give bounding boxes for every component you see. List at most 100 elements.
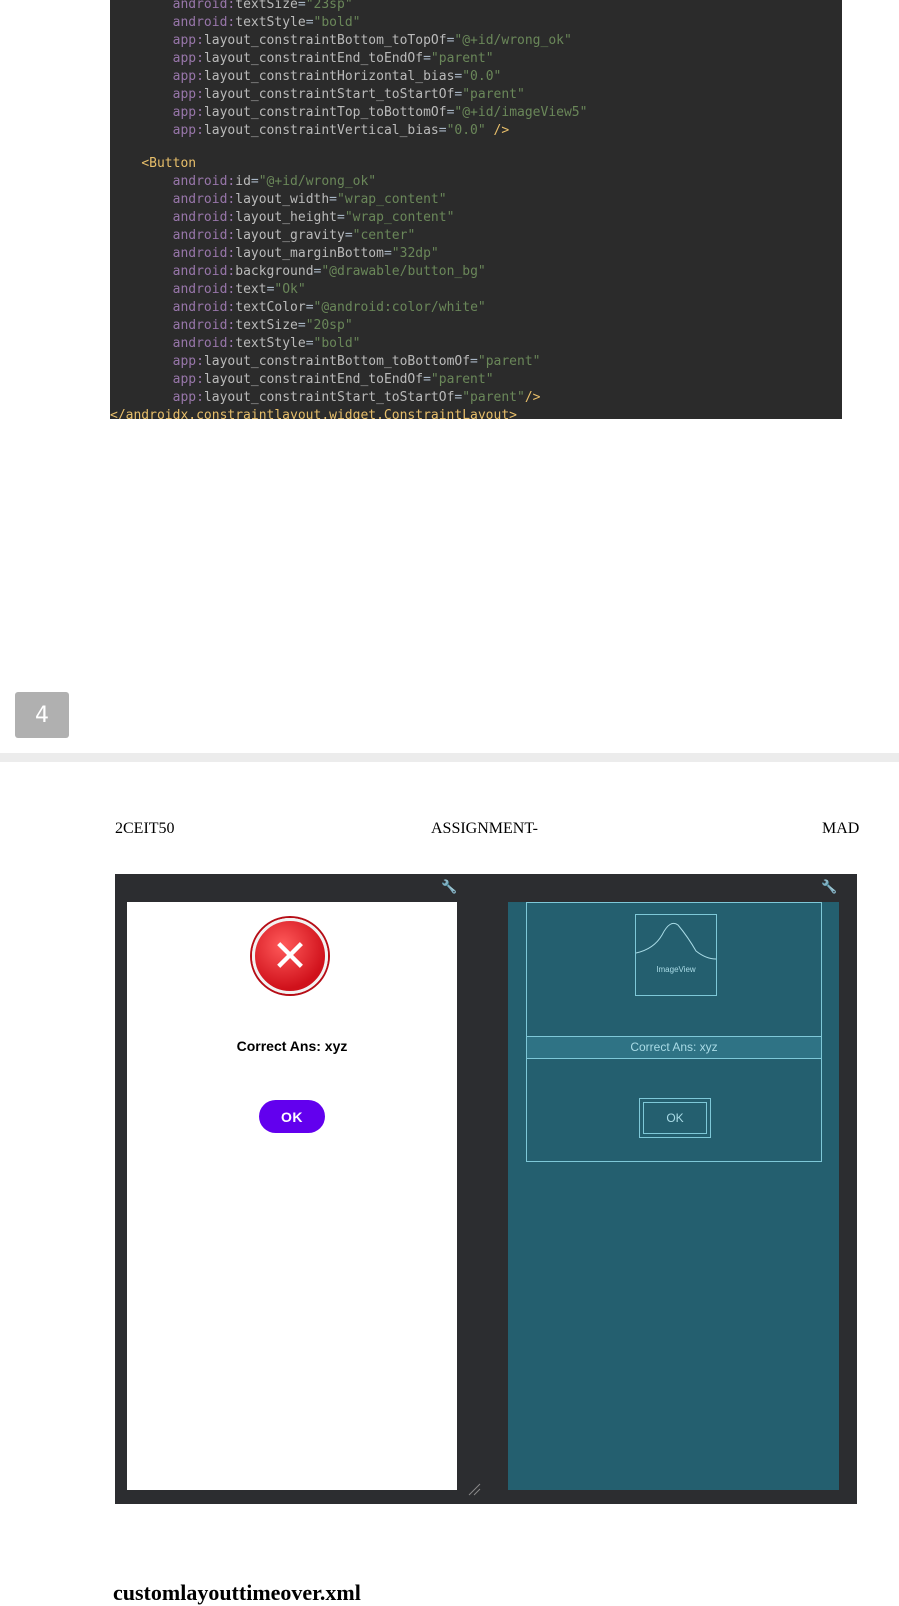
code-namespace: android: (172, 282, 236, 297)
code-line: android:layout_height="wrap_content" (110, 209, 455, 227)
code-value: "@+id/imageView5" (454, 105, 588, 120)
code-namespace: app: (172, 69, 204, 84)
code-attribute: id (235, 174, 251, 189)
code-attribute: textStyle (235, 336, 306, 351)
code-equals: = (297, 0, 306, 12)
code-value: "0.0" (446, 123, 486, 138)
code-attribute: textSize (235, 0, 298, 12)
blueprint-answer-text[interactable]: Correct Ans: xyz (526, 1036, 822, 1059)
code-equals: = (305, 15, 314, 30)
code-line-closing-tag: </androidx.constraintlayout.widget.Const… (110, 407, 517, 419)
code-namespace: android: (172, 318, 236, 333)
blueprint-ok-button[interactable]: OK (639, 1098, 711, 1138)
code-equals: = (305, 336, 314, 351)
code-equals: = (470, 354, 478, 369)
code-value: "20sp" (305, 318, 353, 333)
code-line: android:textStyle="bold" (110, 14, 361, 32)
code-value: "parent" (462, 87, 525, 102)
code-line: app:layout_constraintHorizontal_bias="0.… (110, 68, 502, 86)
code-value: "@+id/wrong_ok" (454, 33, 572, 48)
code-line: app:layout_constraintEnd_toEndOf="parent… (110, 371, 494, 389)
ok-button[interactable]: OK (259, 1100, 325, 1133)
code-attribute: textSize (235, 318, 298, 333)
code-tag: <Button (141, 156, 197, 171)
code-equals: = (423, 51, 431, 66)
code-namespace: app: (172, 123, 204, 138)
code-equals: = (329, 192, 337, 207)
code-namespace: android: (172, 15, 236, 30)
code-line: android:layout_gravity="center" (110, 227, 416, 245)
code-value: "parent" (477, 354, 541, 369)
code-value: "parent" (430, 372, 494, 387)
code-attribute: background (235, 264, 314, 279)
code-namespace: android: (172, 210, 236, 225)
code-value: "parent" (462, 390, 525, 405)
code-value: "0.0" (462, 69, 502, 84)
header-subject: MAD (822, 820, 860, 837)
code-line: app:layout_constraintStart_toStartOf="pa… (110, 389, 541, 407)
design-preview: ✕ Correct Ans: xyz OK (127, 902, 457, 1490)
code-attribute: layout_constraintTop_toBottomOf (203, 105, 447, 120)
code-equals: = (383, 246, 392, 261)
image-placeholder-icon (636, 922, 716, 960)
blueprint-imageview[interactable]: ImageView (635, 914, 717, 996)
pin-icon[interactable]: 🔧 (441, 880, 457, 895)
code-namespace: android: (172, 264, 236, 279)
code-namespace: android: (172, 174, 236, 189)
code-attribute: text (235, 282, 267, 297)
code-line: android:id="@+id/wrong_ok" (110, 173, 377, 191)
code-attribute: layout_constraintEnd_toEndOf (203, 372, 424, 387)
code-value: "parent" (430, 51, 494, 66)
page-separator (0, 753, 899, 762)
code-equals: = (337, 210, 345, 225)
code-equals: = (423, 372, 431, 387)
code-attribute: layout_width (235, 192, 330, 207)
code-line: android:background="@drawable/button_bg" (110, 263, 486, 281)
pin-icon[interactable]: 🔧 (821, 880, 837, 895)
x-mark: ✕ (271, 930, 309, 982)
code-namespace: app: (172, 51, 204, 66)
code-value: "@drawable/button_bg" (321, 264, 486, 279)
code-value: "wrap_content" (344, 210, 455, 225)
code-equals: = (305, 300, 314, 315)
header-course-code: 2CEIT50 (115, 820, 175, 837)
blueprint-preview: ImageView Correct Ans: xyz OK (508, 902, 839, 1490)
code-line: android:textSize="23sp" (110, 0, 353, 14)
page-number-badge: 4 (15, 692, 69, 738)
code-value: "Ok" (274, 282, 306, 297)
code-namespace: app: (172, 390, 204, 405)
code-tag-end: /> (485, 123, 510, 138)
code-namespace: android: (172, 246, 236, 261)
code-line: android:layout_width="wrap_content" (110, 191, 447, 209)
code-equals: = (297, 318, 306, 333)
code-equals: = (438, 123, 447, 138)
resize-handle-icon[interactable] (467, 1482, 481, 1496)
code-namespace: android: (172, 192, 236, 207)
next-section-heading: customlayouttimeover.xml (113, 1580, 361, 1605)
header-assignment: ASSIGNMENT- (431, 820, 538, 837)
code-line: app:layout_constraintBottom_toTopOf="@+i… (110, 32, 572, 50)
code-attribute: layout_marginBottom (235, 246, 384, 261)
code-attribute: layout_height (235, 210, 337, 225)
code-block: android:textSize="23sp" android:textStyl… (110, 0, 842, 419)
code-line: android:textSize="20sp" (110, 317, 353, 335)
code-equals: = (250, 174, 259, 189)
code-line: app:layout_constraintTop_toBottomOf="@+i… (110, 104, 588, 122)
code-attribute: textColor (235, 300, 306, 315)
code-value: "32dp" (391, 246, 439, 261)
code-tag: </androidx.constraintlayout.widget.Const… (110, 408, 517, 419)
code-namespace: app: (172, 87, 204, 102)
